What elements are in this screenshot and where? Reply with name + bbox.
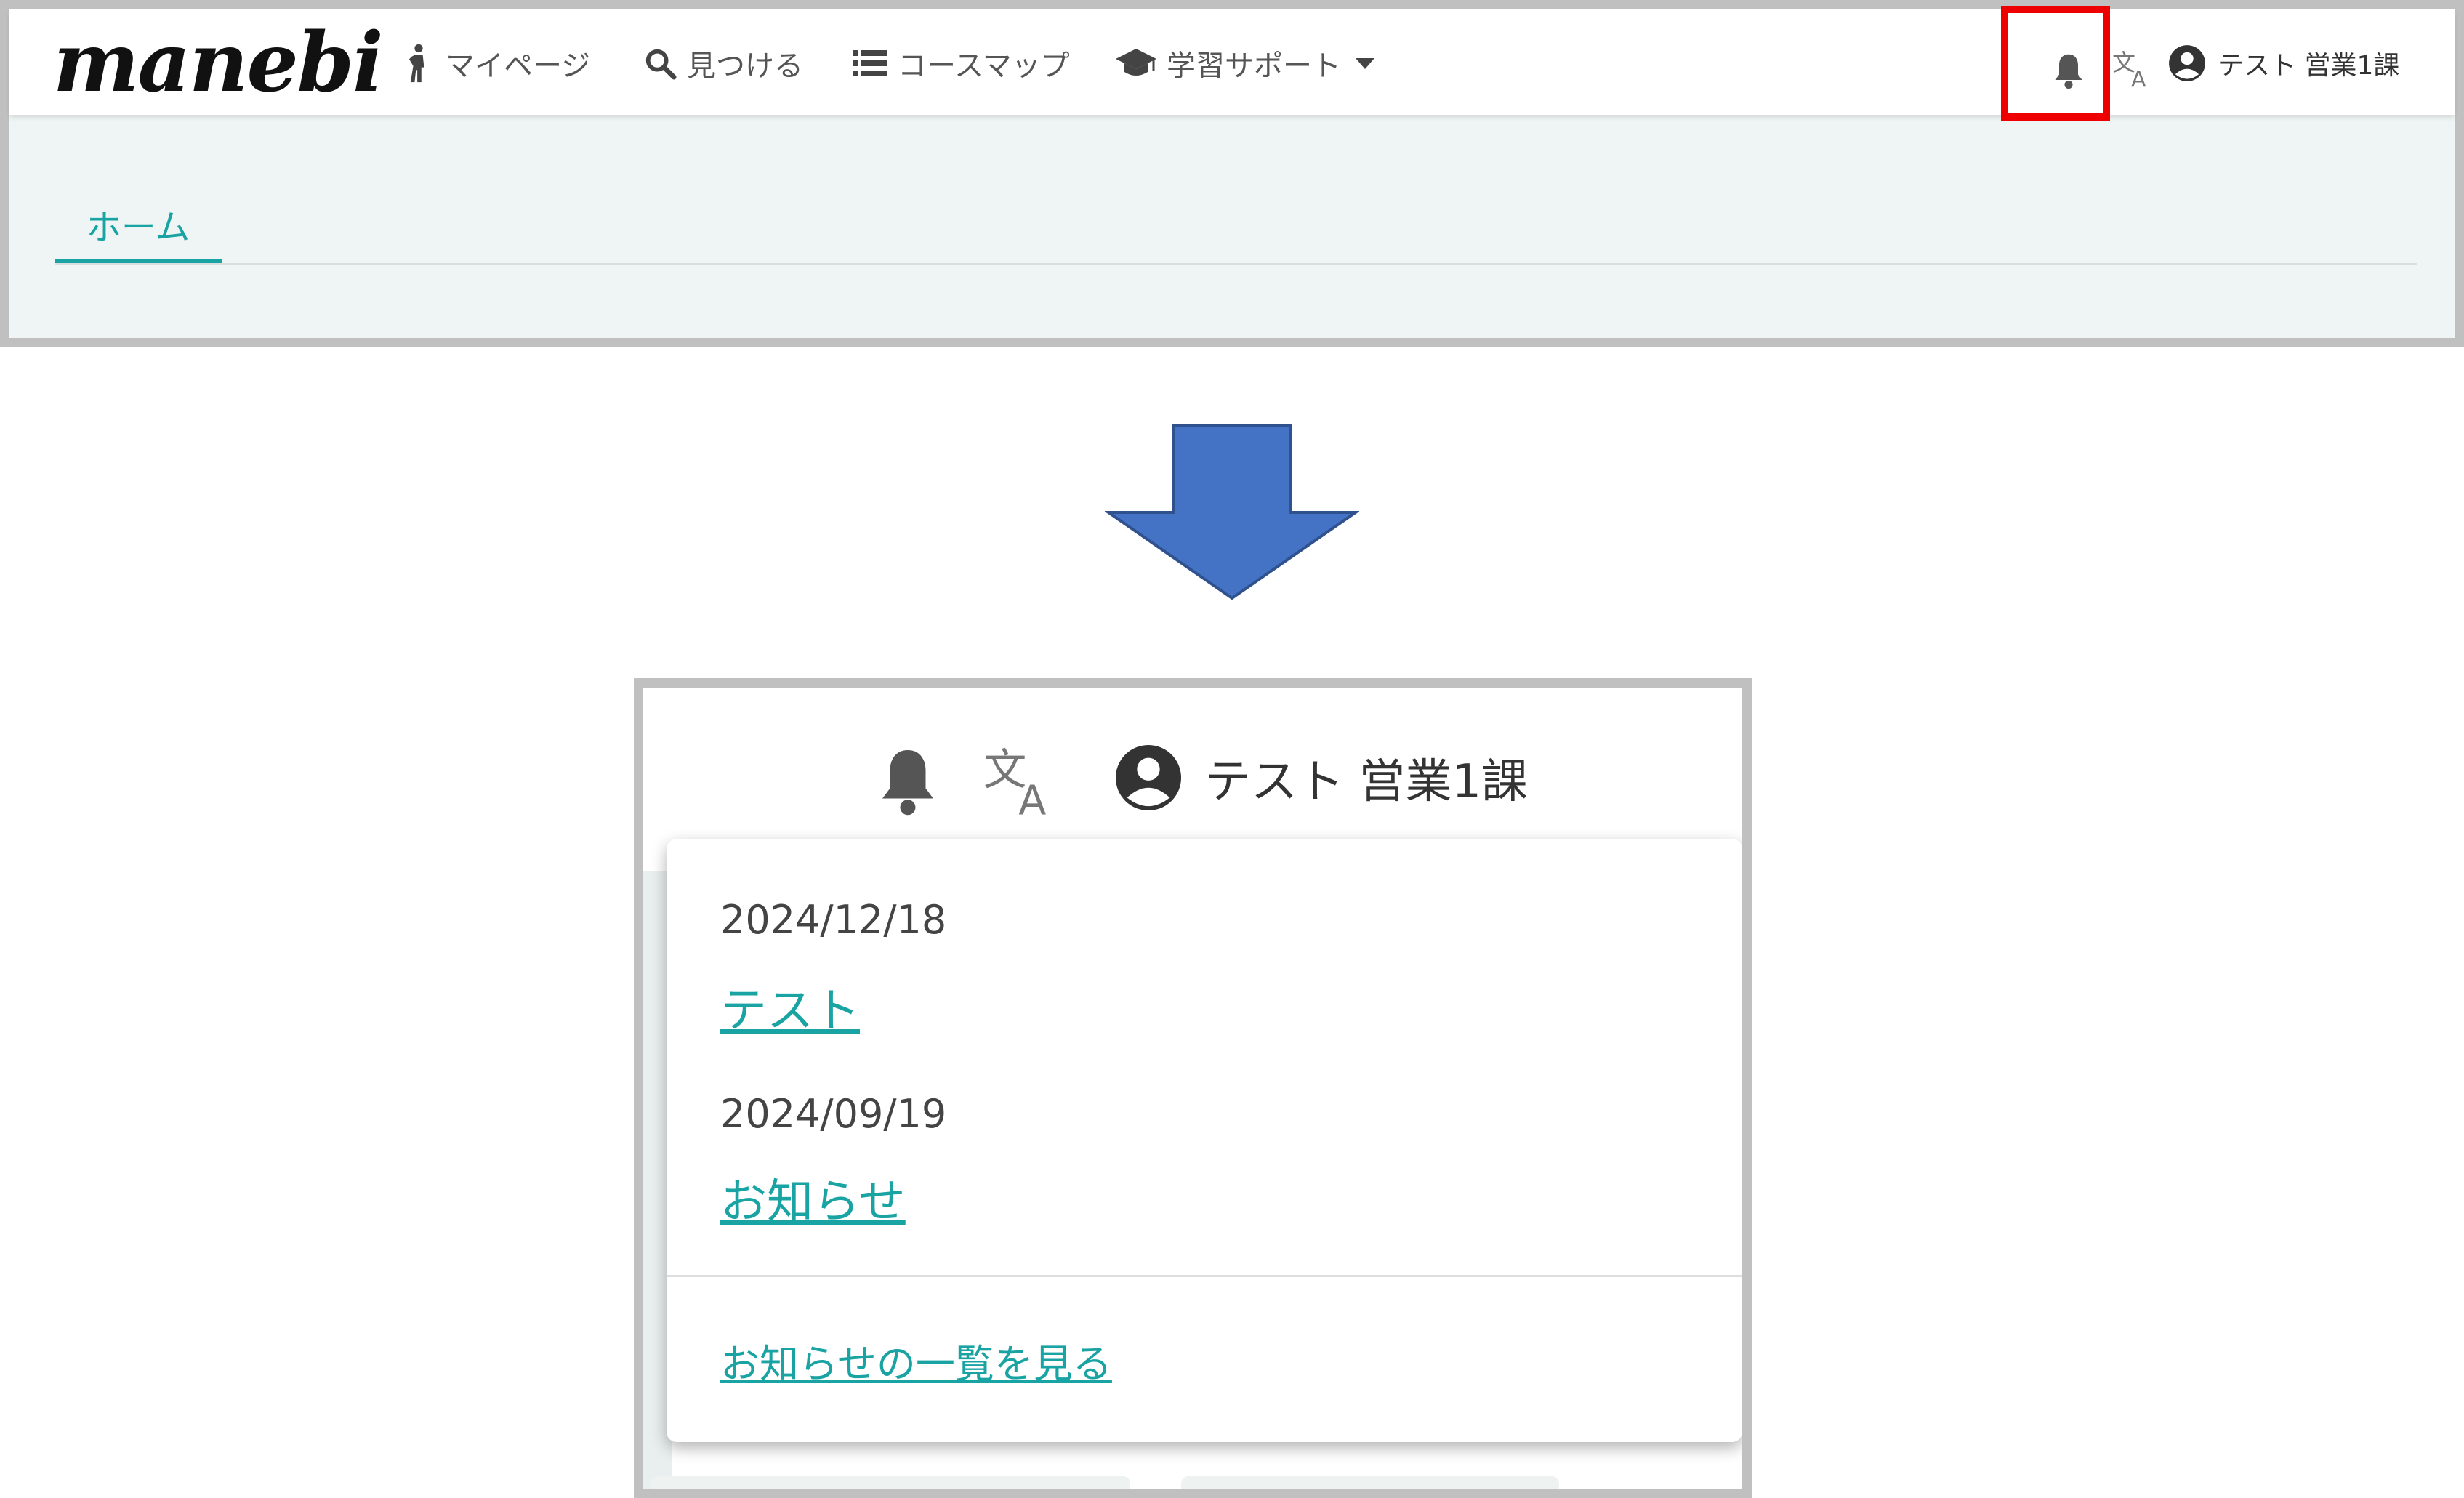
nav-label: 学習サポート [1167, 49, 1341, 83]
nav-item-find[interactable]: 見つける [643, 41, 803, 85]
svg-text:A: A [1018, 777, 1046, 817]
chevron-down-icon [1356, 57, 1374, 69]
user-menu[interactable]: テスト 営業1課 [2168, 41, 2399, 85]
search-icon [645, 49, 677, 80]
notification-date: 2024/12/18 [720, 897, 947, 943]
graduation-cap-icon [1116, 49, 1156, 76]
notification-dropdown: 2024/12/18 テスト 2024/09/19 お知らせ お知らせの一覧を見… [667, 839, 1742, 1442]
notification-date: 2024/09/19 [720, 1091, 947, 1137]
translate-icon[interactable]: 文 A [2112, 47, 2153, 88]
user-name: テスト 営業1課 [2218, 51, 2400, 81]
nav-item-mypage[interactable]: マイページ [402, 41, 590, 85]
nav-label: 見つける [687, 49, 803, 83]
nav-label: コースマップ [898, 49, 1070, 83]
user-avatar-icon [2169, 45, 2205, 81]
user-menu[interactable]: テスト 営業1課 [1114, 741, 1528, 814]
logo[interactable]: manebi [53, 20, 384, 107]
person-walking-icon [408, 44, 424, 83]
see-all-notifications-link[interactable]: お知らせの一覧を見る [720, 1332, 1112, 1389]
divider [667, 1275, 1742, 1277]
nav-item-coursemap[interactable]: コースマップ [853, 41, 1070, 85]
bell-icon[interactable] [2052, 52, 2085, 89]
list-icon [853, 50, 887, 76]
user-name: テスト 営業1課 [1204, 755, 1529, 809]
down-arrow-icon [1105, 424, 1359, 600]
nav-item-learning-support[interactable]: 学習サポート [1116, 41, 1374, 85]
translate-icon[interactable]: 文 A [983, 741, 1059, 817]
notification-link[interactable]: テスト [720, 973, 860, 1040]
tab-divider [55, 263, 2417, 265]
navbar: manebi マイページ 見つける コースマップ 学習サポート 文 A テスト … [9, 6, 2455, 121]
user-avatar-icon [1115, 744, 1182, 811]
bell-icon[interactable] [877, 744, 938, 817]
svg-text:A: A [2131, 67, 2146, 88]
notification-link[interactable]: お知らせ [720, 1164, 906, 1231]
zoomed-panel: 文 A テスト 営業1課 2024/12/18 テスト 2024/09/19 お… [634, 678, 1752, 1498]
nav-label: マイページ [446, 49, 591, 83]
background-card [651, 1476, 1130, 1489]
background-card [1181, 1476, 1559, 1489]
top-screenshot-panel: manebi マイページ 見つける コースマップ 学習サポート 文 A テスト … [0, 0, 2464, 347]
tab-home[interactable]: ホーム [55, 191, 222, 264]
